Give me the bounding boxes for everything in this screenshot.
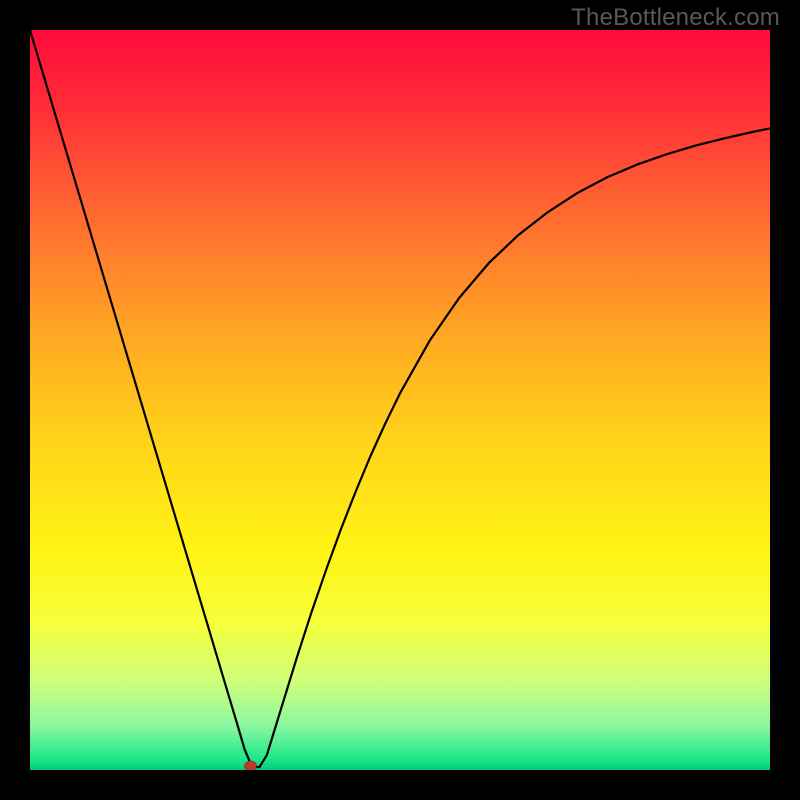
watermark-text: TheBottleneck.com bbox=[571, 4, 780, 32]
chart-frame: TheBottleneck.com bbox=[0, 0, 800, 800]
bottleneck-chart bbox=[30, 30, 770, 770]
marker-dot bbox=[245, 761, 257, 770]
